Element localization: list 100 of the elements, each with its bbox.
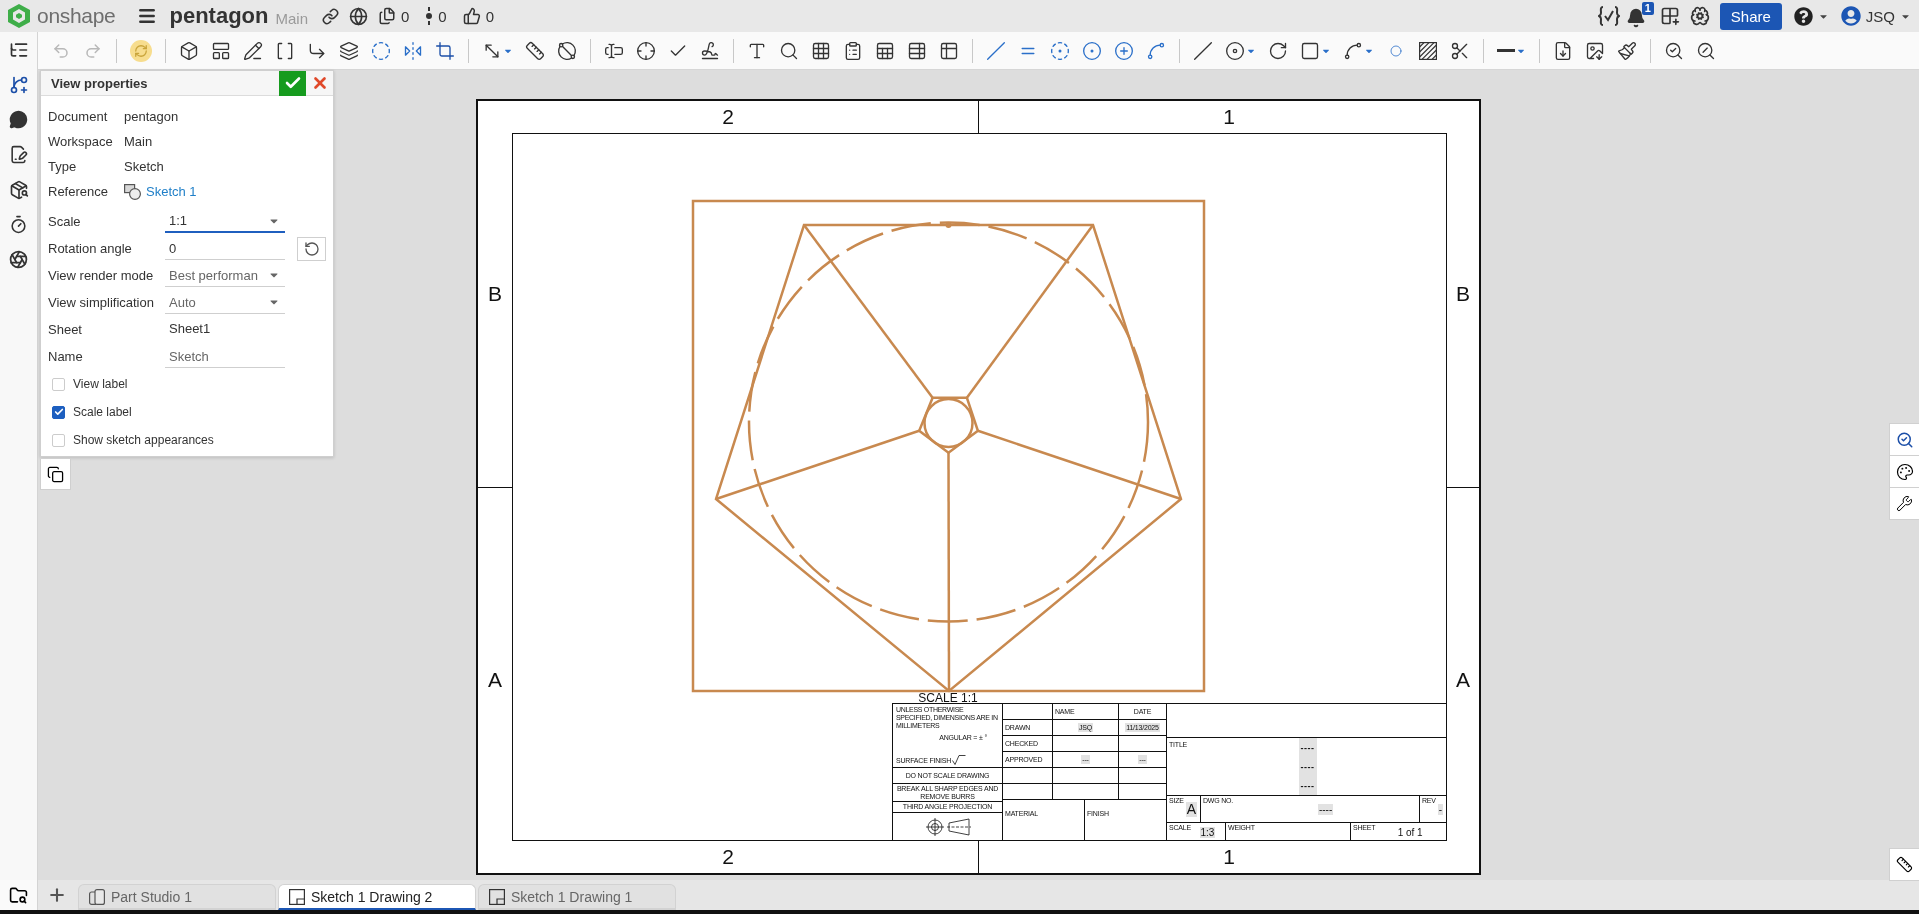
circle-plus-icon xyxy=(1114,40,1134,61)
rotate-icon xyxy=(303,240,320,257)
scissors-icon xyxy=(1450,40,1470,61)
user-menu-button[interactable]: JSQ xyxy=(1840,4,1911,28)
dot-line-icon xyxy=(425,7,434,25)
checkbox-label: Show sketch appearances xyxy=(73,433,214,447)
workspace-name: Main xyxy=(275,9,308,27)
brush-icon xyxy=(1617,40,1637,61)
zone-label: 2 xyxy=(722,845,734,869)
assistant-button[interactable] xyxy=(1689,4,1710,28)
field-label: Name xyxy=(48,349,84,364)
field-value: Sketch xyxy=(124,159,165,174)
zone-label: 2 xyxy=(722,105,734,129)
share-button[interactable]: Share xyxy=(1719,2,1782,30)
app-name: onshape xyxy=(37,4,116,28)
comment-icon xyxy=(9,110,28,129)
sketch-icon xyxy=(124,183,142,200)
field-label: Scale xyxy=(48,214,82,229)
view-scale-label: SCALE 1:1 xyxy=(918,694,978,703)
grid-plus-icon xyxy=(1659,6,1680,26)
variables-button[interactable] xyxy=(1597,4,1620,28)
panel-toggle-button[interactable] xyxy=(40,459,71,490)
horizontal-line-icon xyxy=(1497,49,1515,52)
side-tool-button[interactable] xyxy=(1889,455,1919,488)
field-label: Rotation angle xyxy=(48,241,133,256)
circle-icon xyxy=(1390,44,1402,57)
square-icon xyxy=(1300,40,1320,61)
document-title: pentagon xyxy=(169,3,269,29)
ruler-icon xyxy=(525,40,545,61)
field-label: Reference xyxy=(48,184,109,199)
tab[interactable]: Part Studio 1 xyxy=(78,884,276,910)
files-icon xyxy=(378,7,396,25)
checkbox[interactable] xyxy=(52,405,65,419)
cube-icon xyxy=(179,40,199,61)
counter-button[interactable]: 0 xyxy=(462,4,495,28)
table-grid-icon xyxy=(939,40,959,61)
slash-icon xyxy=(1193,40,1213,61)
signature-icon xyxy=(700,40,720,61)
scale-value: 1:3 xyxy=(1199,826,1216,838)
link-icon xyxy=(322,7,339,25)
dashed-circle-icon xyxy=(371,40,391,61)
dropdown-field[interactable]: Best performan xyxy=(165,264,285,287)
crop-icon xyxy=(435,40,455,61)
tab[interactable]: Sketch 1 Drawing 2 xyxy=(278,884,476,910)
panel-title: View properties xyxy=(51,75,148,91)
rotate-button[interactable] xyxy=(297,236,326,261)
help-icon xyxy=(1793,6,1813,26)
zone-label: B xyxy=(488,281,502,306)
image-download-icon xyxy=(1585,40,1605,61)
stopwatch-icon xyxy=(9,215,28,234)
checkbox-label: View label xyxy=(73,377,128,391)
revision-value: - xyxy=(1437,804,1444,815)
confirm-button[interactable] xyxy=(279,70,306,96)
tab[interactable]: Sketch 1 Drawing 1 xyxy=(478,884,676,910)
counter-button[interactable]: 0 xyxy=(425,4,447,28)
clipboard-list-icon xyxy=(843,40,863,61)
search-tabs-button[interactable] xyxy=(0,880,38,910)
branch-plus-icon xyxy=(8,74,29,95)
zone-label: B xyxy=(1456,281,1470,306)
table-icon xyxy=(811,40,831,61)
counter-button[interactable]: 0 xyxy=(378,4,410,28)
disc-icon xyxy=(1225,40,1245,61)
input-field[interactable]: 0 xyxy=(165,237,285,260)
hexagon-logo-icon xyxy=(8,4,30,28)
field-label: Workspace xyxy=(48,134,114,149)
zone-label: 1 xyxy=(1223,845,1235,869)
layers-icon xyxy=(339,40,359,61)
help-button[interactable] xyxy=(1793,4,1829,28)
crosshair-icon xyxy=(636,40,656,61)
title-line: ---- xyxy=(1300,742,1315,753)
refresh-icon xyxy=(130,39,152,62)
dotted-circle-icon xyxy=(1050,40,1070,61)
field-value: Main xyxy=(124,134,154,149)
drawing-sheet-icon xyxy=(489,888,505,905)
globe-icon xyxy=(349,6,368,26)
reference-link[interactable]: Sketch 1 xyxy=(146,184,197,199)
package-search-icon xyxy=(8,179,29,200)
field-value: pentagon xyxy=(124,109,180,124)
rotate-icon xyxy=(1268,40,1288,61)
flip-icon xyxy=(403,40,423,61)
brackets-icon xyxy=(275,40,295,61)
wrench-icon xyxy=(1896,495,1913,512)
inner-pentagon xyxy=(917,396,980,455)
hatch-icon xyxy=(1419,41,1437,60)
surface-finish-icon xyxy=(952,755,967,765)
avatar-icon xyxy=(1840,6,1861,26)
dropdown-field[interactable]: Auto xyxy=(165,291,285,314)
side-tool-button[interactable] xyxy=(1889,848,1919,881)
zone-label: 1 xyxy=(1223,105,1235,129)
title-line: ---- xyxy=(1300,780,1315,791)
side-tool-button[interactable] xyxy=(1889,423,1919,456)
input-field[interactable]: Sketch xyxy=(165,345,285,368)
magnifier-icon xyxy=(779,40,799,61)
checkbox-label: Scale label xyxy=(73,405,132,419)
notifications-button[interactable]: 1 xyxy=(1625,2,1654,30)
dropdown-field[interactable]: 1:1 xyxy=(165,210,285,233)
file-edit-icon xyxy=(9,145,28,164)
drawing-number-value: ---- xyxy=(1317,804,1334,815)
side-tool-button[interactable] xyxy=(1889,487,1919,520)
check-icon xyxy=(53,407,64,417)
